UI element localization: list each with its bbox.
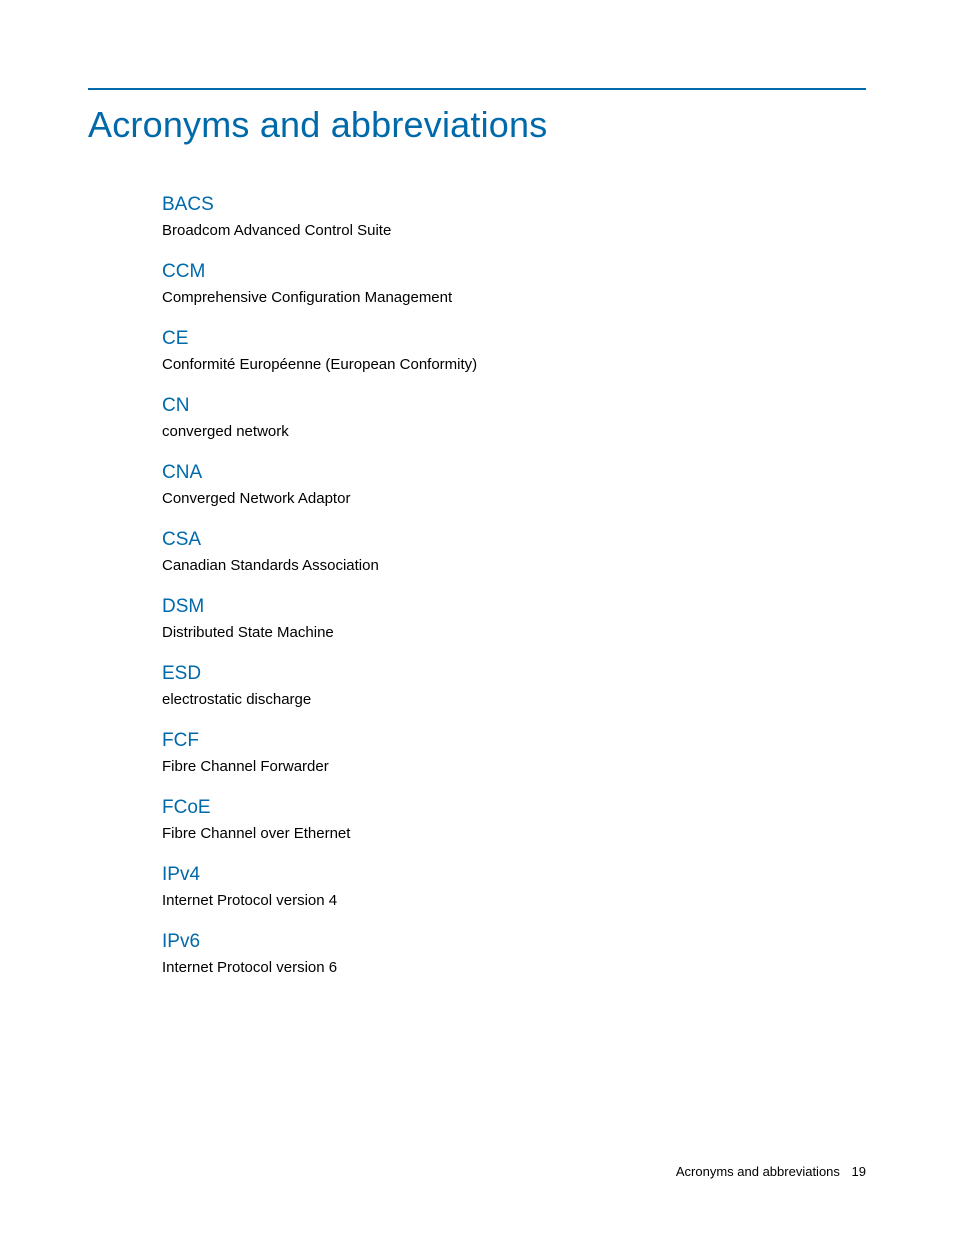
glossary-definition: Internet Protocol version 4 [162,892,866,909]
glossary-entry: DSM Distributed State Machine [162,596,866,641]
glossary-definition: Fibre Channel over Ethernet [162,825,866,842]
glossary-entry: CE Conformité Européenne (European Confo… [162,328,866,373]
glossary-definition: Fibre Channel Forwarder [162,758,866,775]
glossary-term: DSM [162,596,866,618]
glossary-term: CNA [162,462,866,484]
glossary-term: CSA [162,529,866,551]
glossary-term: CCM [162,261,866,283]
glossary-entry: FCF Fibre Channel Forwarder [162,730,866,775]
glossary-entry: CCM Comprehensive Configuration Manageme… [162,261,866,306]
glossary-definition: Canadian Standards Association [162,557,866,574]
page-footer: Acronyms and abbreviations 19 [676,1164,866,1179]
header-rule [88,88,866,90]
glossary-entry: FCoE Fibre Channel over Ethernet [162,797,866,842]
glossary-term: FCoE [162,797,866,819]
glossary-entry: CNA Converged Network Adaptor [162,462,866,507]
glossary-definition: Broadcom Advanced Control Suite [162,222,866,239]
glossary-term: FCF [162,730,866,752]
glossary-term: IPv6 [162,931,866,953]
page-title: Acronyms and abbreviations [88,104,866,146]
glossary-definition: Internet Protocol version 6 [162,959,866,976]
glossary-term: ESD [162,663,866,685]
glossary-entry: CSA Canadian Standards Association [162,529,866,574]
glossary-definition: converged network [162,423,866,440]
glossary-definition: Converged Network Adaptor [162,490,866,507]
document-page: Acronyms and abbreviations BACS Broadcom… [0,0,954,1235]
glossary-term: BACS [162,194,866,216]
glossary-entry: IPv6 Internet Protocol version 6 [162,931,866,976]
glossary-term: CN [162,395,866,417]
glossary-entry: ESD electrostatic discharge [162,663,866,708]
glossary-definition: Comprehensive Configuration Management [162,289,866,306]
footer-section-label: Acronyms and abbreviations [676,1164,840,1179]
glossary-entry: IPv4 Internet Protocol version 4 [162,864,866,909]
glossary-term: CE [162,328,866,350]
footer-page-number: 19 [852,1164,866,1179]
glossary-term: IPv4 [162,864,866,886]
glossary-definition: Conformité Européenne (European Conformi… [162,356,866,373]
glossary-definition: electrostatic discharge [162,691,866,708]
glossary-entry: CN converged network [162,395,866,440]
glossary-definition: Distributed State Machine [162,624,866,641]
glossary-list: BACS Broadcom Advanced Control Suite CCM… [162,194,866,976]
glossary-entry: BACS Broadcom Advanced Control Suite [162,194,866,239]
